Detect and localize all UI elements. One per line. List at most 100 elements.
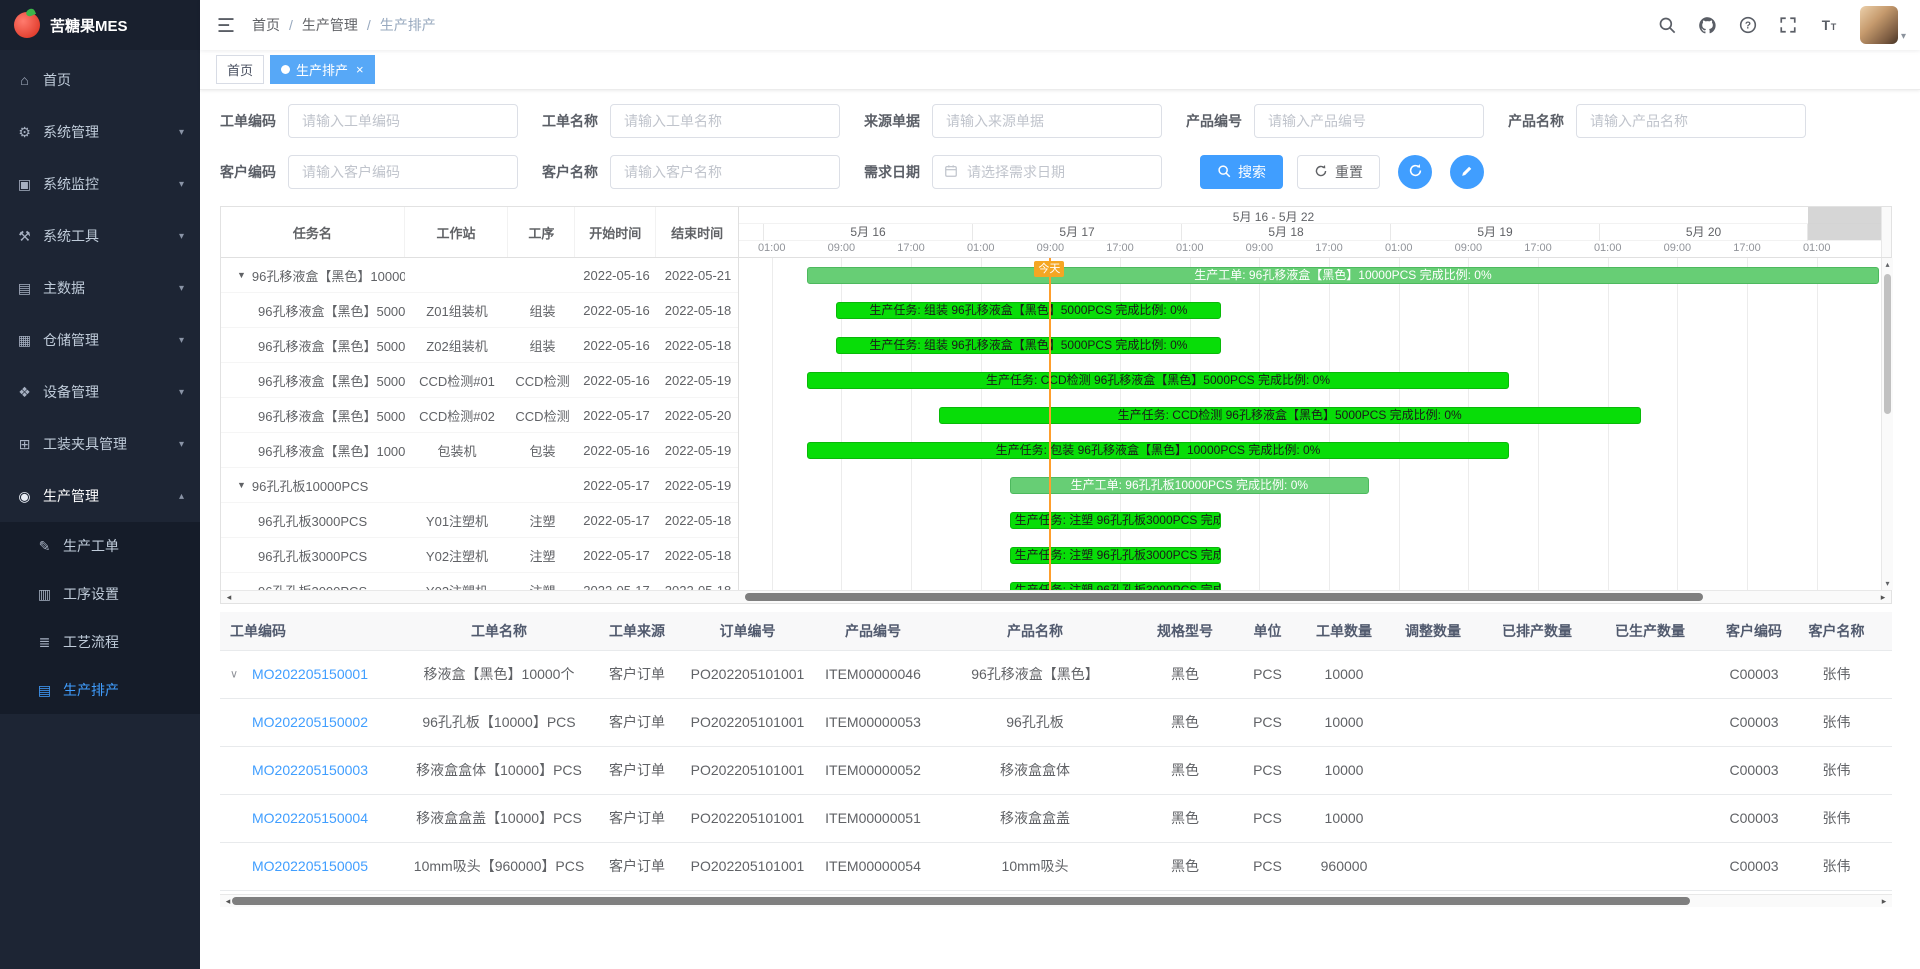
expand-chevron-icon[interactable]: ∨ <box>230 668 238 681</box>
search-button-label: 搜索 <box>1238 162 1266 182</box>
gantt-bar-task[interactable]: 生产任务: 注塑 96孔孔板3000PCS 完成比例: 0% <box>1010 512 1221 529</box>
sidebar-item-production[interactable]: ◉生产管理▴ <box>0 470 200 522</box>
product-name-input[interactable] <box>1588 112 1794 130</box>
sidebar-item-system-monitor[interactable]: ▣系统监控▾ <box>0 158 200 210</box>
orders-column-header: 已排产数量 <box>1482 612 1592 650</box>
sidebar-item-warehouse[interactable]: ▦仓储管理▾ <box>0 314 200 366</box>
order-code-link[interactable]: MO202205150004 <box>252 810 368 826</box>
sidebar-item-equipment[interactable]: ❖设备管理▾ <box>0 366 200 418</box>
order-code-link[interactable]: MO202205150001 <box>252 666 368 682</box>
tab-production-scheduling[interactable]: 生产排产× <box>270 55 375 84</box>
order-row[interactable]: MO202205150004移液盒盒盖【10000】PCS客户订单PO20220… <box>220 794 1892 842</box>
reset-button[interactable]: 重置 <box>1297 155 1380 189</box>
search-icon[interactable] <box>1658 16 1676 34</box>
horizontal-scroll-thumb[interactable] <box>232 897 1690 905</box>
gantt-task-row[interactable]: 96孔移液盒【黑色】5000PCSCCD检测#02CCD检测2022-05-17… <box>221 398 738 433</box>
order-row[interactable]: ∨MO202205150001移液盒【黑色】10000个客户订单PO202205… <box>220 650 1892 698</box>
order-code-link[interactable]: MO202205150003 <box>252 762 368 778</box>
order-cell-adjust <box>1384 794 1482 842</box>
demand-date-input[interactable] <box>965 163 1150 181</box>
customer-name-input[interactable] <box>622 163 828 181</box>
gantt-task-row[interactable]: 96孔移液盒【黑色】5000PCSCCD检测#01CCD检测2022-05-16… <box>221 363 738 398</box>
fullscreen-icon[interactable] <box>1779 16 1797 34</box>
gantt-task-row[interactable]: 96孔移液盒【黑色】5000PCSZ01组装机组装2022-05-162022-… <box>221 293 738 328</box>
gantt-task-row[interactable]: ▼96孔孔板10000PCS2022-05-172022-05-19 <box>221 468 738 503</box>
timeline-range-row: 5月 16 - 5月 22 <box>739 207 1881 224</box>
work-order-name-input[interactable] <box>622 112 828 130</box>
orders-horizontal-scrollbar[interactable]: ◂ ▸ <box>220 894 1892 907</box>
avatar[interactable] <box>1860 6 1898 44</box>
gantt-vertical-scrollbar[interactable]: ▴ ▾ <box>1881 258 1893 590</box>
gantt-task-row[interactable]: 96孔孔板3000PCSY02注塑机注塑2022-05-172022-05-18 <box>221 538 738 573</box>
timeline-hour-label: 09:00 <box>1455 242 1483 254</box>
task-name-cell: ▼96孔孔板10000PCS <box>221 476 405 495</box>
user-menu[interactable]: ▾ <box>1860 6 1906 44</box>
help-icon[interactable]: ? <box>1739 16 1757 34</box>
orders-section: 工单编码工单名称工单来源订单编号产品编号产品名称规格型号单位工单数量调整数量已排… <box>220 612 1892 907</box>
gantt-bar-task[interactable]: 生产任务: 包装 96孔移液盒【黑色】10000PCS 完成比例: 0% <box>807 442 1509 459</box>
task-station-cell: Z02组装机 <box>405 336 509 355</box>
vertical-scroll-thumb[interactable] <box>1884 274 1891 414</box>
gantt-bar-task[interactable]: 生产任务: 组装 96孔移液盒【黑色】5000PCS 完成比例: 0% <box>836 302 1221 319</box>
breadcrumb-item[interactable]: 首页 <box>252 15 280 35</box>
product-code-input[interactable] <box>1266 112 1472 130</box>
sidebar-item-home[interactable]: ⌂首页 <box>0 54 200 106</box>
scroll-up-icon[interactable]: ▴ <box>1882 260 1893 269</box>
gantt-task-row[interactable]: 96孔孔板3000PCSY03注塑机注塑2022-05-172022-05-18 <box>221 573 738 590</box>
gantt-task-row[interactable]: 96孔移液盒【黑色】10000PCS包装机包装2022-05-162022-05… <box>221 433 738 468</box>
tab-home[interactable]: 首页 <box>216 55 264 84</box>
customer-name-input-box <box>610 155 840 189</box>
orders-column-header: 产品编号 <box>815 612 931 650</box>
order-row[interactable]: MO202205150003移液盒盒体【10000】PCS客户订单PO20220… <box>220 746 1892 794</box>
gantt-bar-order[interactable]: 生产工单: 96孔孔板10000PCS 完成比例: 0% <box>1010 477 1369 494</box>
gantt-bar-task[interactable]: 生产任务: 注塑 96孔孔板3000PCS 完成比例: 0% <box>1010 582 1221 590</box>
scroll-left-icon[interactable]: ◂ <box>223 591 235 603</box>
github-icon[interactable] <box>1698 16 1717 35</box>
gantt-horizontal-scrollbar[interactable]: ◂ ▸ <box>221 590 1891 603</box>
refresh-circle-button[interactable] <box>1398 155 1432 189</box>
gantt-bar-task[interactable]: 生产任务: 注塑 96孔孔板3000PCS 完成比例: 0% <box>1010 547 1221 564</box>
scroll-right-icon[interactable]: ▸ <box>1878 895 1890 907</box>
edit-circle-button[interactable] <box>1450 155 1484 189</box>
sidebar-item-master-data[interactable]: ▤主数据▾ <box>0 262 200 314</box>
sidebar-subitem-process-settings[interactable]: ▥工序设置 <box>0 570 200 618</box>
gantt-bar-task[interactable]: 生产任务: CCD检测 96孔移液盒【黑色】5000PCS 完成比例: 0% <box>807 372 1509 389</box>
customer-code-input[interactable] <box>300 163 506 181</box>
sidebar-item-system-tools[interactable]: ⚒系统工具▾ <box>0 210 200 262</box>
horizontal-scroll-thumb[interactable] <box>745 593 1703 601</box>
search-icon <box>1217 164 1231 181</box>
source-doc-input[interactable] <box>944 112 1150 130</box>
gantt-task-table-header: 任务名工作站工序开始时间结束时间 <box>221 207 739 257</box>
expand-chevron-icon[interactable]: ▼ <box>237 480 246 490</box>
order-code-link[interactable]: MO202205150002 <box>252 714 368 730</box>
sidebar-subitem-process-flow[interactable]: ≣工艺流程 <box>0 618 200 666</box>
scroll-down-icon[interactable]: ▾ <box>1882 579 1893 588</box>
order-row[interactable]: MO20220515000296孔孔板【10000】PCS客户订单PO20220… <box>220 698 1892 746</box>
order-code-link[interactable]: MO202205150005 <box>252 858 368 874</box>
sidebar-item-system-admin[interactable]: ⚙系统管理▾ <box>0 106 200 158</box>
order-row[interactable]: MO20220515000510mm吸头【960000】PCS客户订单PO202… <box>220 842 1892 890</box>
font-size-icon[interactable]: TT <box>1819 16 1838 34</box>
order-cell-cust_name: 张伟 <box>1800 746 1873 794</box>
sidebar-item-fixture[interactable]: ⊞工装夹具管理▾ <box>0 418 200 470</box>
sidebar-toggle-icon[interactable] <box>216 15 236 35</box>
gantt-bar-task[interactable]: 生产任务: 组装 96孔移液盒【黑色】5000PCS 完成比例: 0% <box>836 337 1221 354</box>
gantt-bar-task[interactable]: 生产任务: CCD检测 96孔移液盒【黑色】5000PCS 完成比例: 0% <box>939 407 1641 424</box>
svg-text:T: T <box>1822 18 1831 33</box>
gantt-task-row[interactable]: ▼96孔移液盒【黑色】10000PCS2022-05-162022-05-21 <box>221 258 738 293</box>
scroll-right-icon[interactable]: ▸ <box>1877 591 1889 603</box>
search-button[interactable]: 搜索 <box>1200 155 1283 189</box>
gantt-task-row[interactable]: 96孔孔板3000PCSY01注塑机注塑2022-05-172022-05-18 <box>221 503 738 538</box>
sidebar-subitem-work-order[interactable]: ✎生产工单 <box>0 522 200 570</box>
task-end-cell: 2022-05-19 <box>657 443 739 458</box>
gantt-task-row[interactable]: 96孔移液盒【黑色】5000PCSZ02组装机组装2022-05-162022-… <box>221 328 738 363</box>
sidebar-subitem-scheduling[interactable]: ▤生产排产 <box>0 666 200 714</box>
work-order-code-input[interactable] <box>300 112 506 130</box>
expand-chevron-icon[interactable]: ▼ <box>237 270 246 280</box>
order-cell-product: 96孔孔板 <box>931 698 1139 746</box>
close-icon[interactable]: × <box>356 63 364 76</box>
gantt-bar-order[interactable]: 生产工单: 96孔移液盒【黑色】10000PCS 完成比例: 0% <box>807 267 1879 284</box>
chevron-down-icon: ▾ <box>179 283 184 294</box>
breadcrumb-item[interactable]: 生产管理 <box>302 15 358 35</box>
filter-field-customer-name: 客户名称 <box>542 155 840 189</box>
